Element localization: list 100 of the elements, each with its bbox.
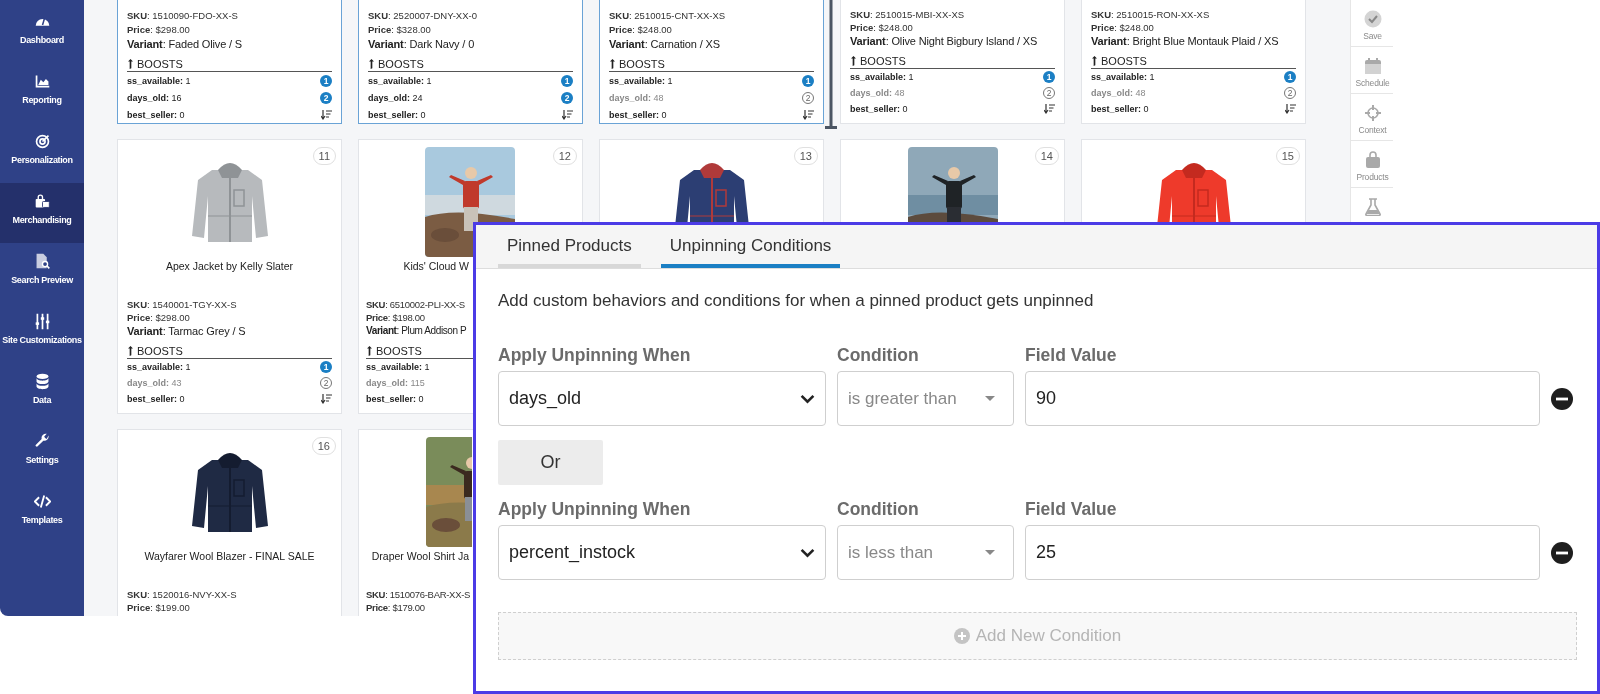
- rank-badge: 1: [561, 75, 573, 88]
- boost-arrow-icon: [366, 346, 373, 356]
- boost-text: ss_available: 1: [368, 76, 432, 87]
- product-name: Draper Wool Shirt Ja: [370, 550, 469, 562]
- boost-text: days_old: 43: [127, 378, 182, 388]
- product-card[interactable]: SKU: 2510015-MBI-XX-XS Price: $248.00 Variant: Olive Night Bigbury Island / XS BOOSTS ss_available: 1 1 days_old: 48 2 best_seller: 0: [840, 0, 1065, 124]
- boosts-heading: BOOSTS: [376, 345, 422, 357]
- product-card[interactable]: SKU: 2510015-RON-XX-XS Price: $248.00 Variant: Bright Blue Montauk Plaid / XS BOOSTS ss_available: 1 1 days_old: 48 2 best_seller: 0: [1081, 0, 1306, 124]
- field-label: Condition: [837, 499, 920, 519]
- input-field[interactable]: 25: [1025, 525, 1540, 580]
- sidebar-item[interactable]: Site Customizations: [0, 303, 84, 363]
- field-label: Field Value: [1025, 499, 1118, 519]
- sku-text: SKU: 2520007-DNY-XX-0: [368, 8, 477, 22]
- product-card[interactable]: 11 Apex Jacket by Kelly Slater SKU: 1540001-TGY-XX-S Price: $298.00 Variant: Tarmac Grey / S BOOSTS ss_available: 1 1 days_old: 43 2 best_seller: 0: [117, 139, 342, 414]
- boost-text: ss_available: 1: [127, 76, 191, 87]
- price-text: Price: $328.00: [368, 22, 431, 36]
- boost-text: ss_available: 1: [127, 362, 191, 372]
- variant-text: Variant: Bright Blue Montauk Plaid / XS: [1091, 34, 1279, 48]
- boost-text: days_old: 24: [368, 93, 423, 104]
- sidebar-item[interactable]: Settings: [0, 423, 84, 483]
- sort-icon[interactable]: [1285, 104, 1296, 114]
- tab[interactable]: Unpinning Conditions: [660, 236, 841, 268]
- variant-text: Variant: Olive Night Bigbury Island / XS: [850, 34, 1038, 48]
- boost-text: days_old: 115: [366, 378, 425, 388]
- price-text: Price: $248.00: [850, 21, 913, 34]
- boost-text: days_old: 16: [127, 93, 182, 104]
- toolbar-button[interactable]: Products: [1351, 141, 1393, 188]
- or-button[interactable]: Or: [498, 440, 603, 485]
- boost-arrow-icon: [127, 346, 134, 356]
- rank-badge: 2: [320, 92, 332, 105]
- dropdown[interactable]: days_old: [498, 371, 826, 426]
- calendar-icon: [1363, 57, 1382, 75]
- price-text: Price: $179.00: [366, 601, 425, 614]
- dropdown[interactable]: percent_instock: [498, 525, 826, 580]
- sidebar-item[interactable]: Templates: [0, 483, 84, 543]
- price-text: Price: $199.00: [127, 601, 190, 614]
- variant-text: Variant: Carnation / XS: [609, 36, 720, 51]
- sku-text: SKU: 2510015-MBI-XX-XS: [850, 8, 965, 21]
- sort-icon[interactable]: [321, 109, 332, 120]
- shopping-bag-icon: [33, 193, 51, 210]
- toolbar-button[interactable]: Save: [1351, 0, 1393, 47]
- sort-icon[interactable]: [562, 109, 573, 120]
- boost-text: best_seller: 0: [366, 394, 424, 404]
- sidebar-item[interactable]: Reporting: [0, 63, 84, 123]
- boosts-heading: BOOSTS: [137, 58, 183, 71]
- field-label: Condition: [837, 345, 920, 365]
- toolbar-button[interactable]: Schedule: [1351, 47, 1393, 94]
- boost-arrow-icon: [609, 59, 616, 70]
- rank-badge: 1: [320, 361, 332, 373]
- target-icon: [33, 133, 51, 150]
- plus-circle-icon: [953, 628, 970, 644]
- crosshair-icon: [1363, 104, 1382, 122]
- boost-text: best_seller: 0: [609, 109, 667, 120]
- toolbar-button[interactable]: Context: [1351, 94, 1393, 141]
- chevron-down-icon: [800, 393, 815, 404]
- product-name: Kids' Cloud W: [402, 260, 469, 272]
- price-text: Price: $298.00: [127, 22, 190, 36]
- boost-text: ss_available: 1: [850, 72, 914, 82]
- boosts-heading: BOOSTS: [378, 58, 424, 71]
- sidebar-item[interactable]: Dashboard: [0, 3, 84, 63]
- rank-badge: 2: [561, 92, 573, 105]
- sidebar-item[interactable]: Data: [0, 363, 84, 423]
- code-icon: [33, 493, 51, 510]
- boost-arrow-icon: [127, 59, 134, 70]
- field-label: Apply Unpinning When: [498, 499, 692, 519]
- rank-badge: 1: [1284, 71, 1296, 83]
- dropdown[interactable]: is less than: [837, 525, 1014, 580]
- boost-text: best_seller: 0: [127, 394, 185, 404]
- sku-text: SKU: 2510015-RON-XX-XS: [1091, 8, 1210, 21]
- remove-icon[interactable]: [1551, 387, 1573, 410]
- remove-icon[interactable]: [1551, 541, 1573, 564]
- product-card[interactable]: 16 Wayfarer Wool Blazer - FINAL SALE SKU: 1520016-NVY-XX-S Price: $199.00: [117, 429, 342, 616]
- boost-arrow-icon: [1091, 56, 1098, 66]
- chart-icon: [33, 73, 51, 90]
- boosts-heading: BOOSTS: [137, 345, 183, 357]
- price-text: Price: $198.00: [366, 311, 425, 324]
- product-card[interactable]: SKU: 2510015-CNT-XX-XS Price: $248.00 Variant: Carnation / XS BOOSTS ss_available: 1 1 days_old: 48 2 best_seller: 0: [599, 0, 824, 124]
- boost-arrow-icon: [368, 59, 375, 70]
- sort-icon[interactable]: [803, 109, 814, 120]
- variant-text: Variant: Tarmac Grey / S: [127, 324, 246, 338]
- boost-text: best_seller: 0: [127, 109, 185, 120]
- chevron-down-icon: [800, 547, 815, 558]
- sort-icon[interactable]: [1044, 104, 1055, 114]
- input-field[interactable]: 90: [1025, 371, 1540, 426]
- caret-icon: [985, 550, 995, 555]
- sidebar-item[interactable]: Merchandising: [0, 183, 84, 243]
- boost-text: best_seller: 0: [1091, 104, 1149, 114]
- product-card[interactable]: SKU: 1510090-FDO-XX-S Price: $298.00 Variant: Faded Olive / S BOOSTS ss_available: 1 1 days_old: 16 2 best_seller: 0: [117, 0, 342, 124]
- sort-icon[interactable]: [321, 394, 332, 404]
- sku-text: SKU: 1540001-TGY-XX-S: [127, 298, 237, 311]
- product-card[interactable]: SKU: 2520007-DNY-XX-0 Price: $328.00 Variant: Dark Navy / 0 BOOSTS ss_available: 1 1 days_old: 24 2 best_seller: 0: [358, 0, 583, 124]
- tab[interactable]: Pinned Products: [498, 236, 641, 268]
- sidebar-item[interactable]: Personalization: [0, 123, 84, 183]
- boost-text: best_seller: 0: [368, 109, 426, 120]
- price-text: Price: $248.00: [609, 22, 672, 36]
- boost-text: ss_available: 1: [1091, 72, 1155, 82]
- sidebar-item[interactable]: Search Preview: [0, 243, 84, 303]
- boosts-heading: BOOSTS: [860, 55, 906, 67]
- price-text: Price: $248.00: [1091, 21, 1154, 34]
- dropdown[interactable]: is greater than: [837, 371, 1014, 426]
